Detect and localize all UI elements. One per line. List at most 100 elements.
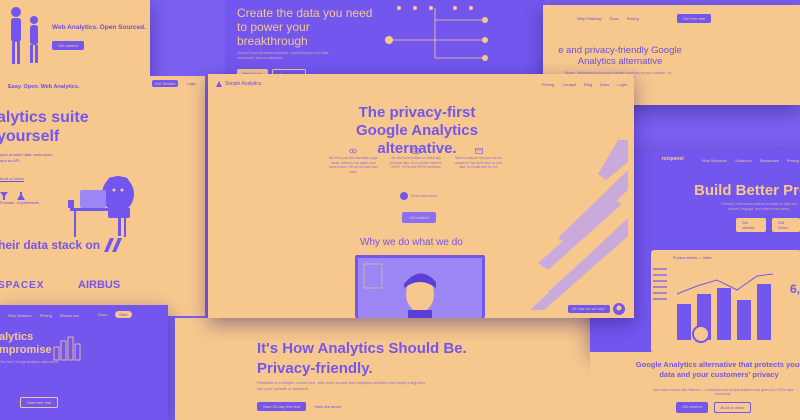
headline-line-1: alytics xyxy=(0,331,34,343)
brand-logo-icon xyxy=(216,81,222,87)
logo-airbus: AIRBUS xyxy=(78,279,121,291)
get-started-button[interactable]: Get Started xyxy=(152,80,179,87)
headline: Web Analytics. Open Sourced. xyxy=(52,24,146,31)
nav-item[interactable]: Why PostHog xyxy=(577,16,601,21)
start-pill[interactable]: Start xyxy=(115,311,132,318)
get-started-button[interactable]: Get started xyxy=(736,218,766,232)
brand-name: Simple Analytics xyxy=(225,81,262,87)
card-icon xyxy=(474,148,483,154)
data-stack-text: heir data stack on xyxy=(0,238,101,252)
free-trial-button[interactable]: Start free trial xyxy=(20,397,59,408)
free-trial-button[interactable]: Start 30-day free trial xyxy=(257,402,307,411)
funnel-icon xyxy=(0,192,8,200)
main-card: Simple Analytics Pricing Contact Blog Do… xyxy=(208,74,634,318)
cta-row: Get started Get Demo xyxy=(736,218,800,232)
metric-value: 6, xyxy=(790,282,800,296)
nav-contact[interactable]: Contact xyxy=(562,82,576,87)
video-thumbnail xyxy=(358,258,482,318)
dark-mode-toggle[interactable]: Show dark mode xyxy=(400,192,437,200)
nav-blog[interactable]: Blog xyxy=(584,82,592,87)
brand[interactable]: Simple Analytics xyxy=(216,81,261,87)
section-subhead: Why we do what we do xyxy=(360,237,463,248)
subtext: Unlock it and advanced analytics. Light … xyxy=(237,51,329,60)
headline: Create the data you need to power your b… xyxy=(237,6,373,48)
chat-bubble: Hi! How can we help? xyxy=(568,305,610,313)
video-frame[interactable] xyxy=(355,255,485,318)
nav-item[interactable]: Resources xyxy=(60,313,79,318)
main-nav: Pricing Contact Blog Docs Login xyxy=(542,82,627,87)
bottom-left-actions: Docs Start xyxy=(98,311,132,318)
dashboard-tab[interactable]: Product metrics — Video xyxy=(673,256,712,260)
brand-logo[interactable]: mixpanel xyxy=(662,156,684,162)
dashboard-sidebar xyxy=(653,264,667,304)
feature-experiments: Experiments xyxy=(17,192,39,205)
shield-icon xyxy=(412,148,420,154)
logo-spacex: SPACEX xyxy=(0,280,45,291)
subtext: Take back control with Fathom — a beauti… xyxy=(652,388,794,396)
headline-line-2: mpromise xyxy=(0,344,52,356)
feature-row: We show you the essentials: page views, … xyxy=(326,148,506,174)
headline: Google Analytics alternative that protec… xyxy=(635,360,800,379)
feature-label: Funnels xyxy=(0,200,15,205)
headline-line-1: alytics suite xyxy=(0,109,89,126)
headline: Build Better Pro xyxy=(694,182,800,199)
bottom-left-nav: Why Matomo Pricing Resources xyxy=(8,313,79,318)
bottom-right-card: Google Analytics alternative that protec… xyxy=(590,352,800,420)
nav-docs[interactable]: Docs xyxy=(600,82,609,87)
decorative-stripes xyxy=(530,140,628,310)
free-trial-button[interactable]: Get free trial xyxy=(677,14,712,23)
nav-item[interactable]: Pricing xyxy=(787,158,799,163)
cta-row: Start 30-day free trial View live demo xyxy=(257,402,341,411)
nav-item[interactable]: Pricing xyxy=(40,313,52,318)
subtext: The best Google Analytics alternative. xyxy=(0,360,59,364)
toggle-knob xyxy=(400,192,408,200)
left-mid-nav: Get Started Login xyxy=(152,80,196,87)
get-started-button[interactable]: Get started xyxy=(676,402,708,413)
login-link[interactable]: Login xyxy=(186,81,196,86)
feature-funnels: Funnels xyxy=(0,192,14,205)
feature-item: Want to analyze how you use the analytic… xyxy=(451,148,506,174)
top-right-nav: Why PostHog Docs Pricing xyxy=(577,16,639,21)
nav-item[interactable]: Pricing xyxy=(627,16,639,21)
docs-link[interactable]: Docs xyxy=(98,312,107,317)
nav-login[interactable]: Login xyxy=(617,82,627,87)
flask-icon xyxy=(17,192,25,200)
right-card-nav: Why Mixpanel Solutions Resources Pricing xyxy=(702,158,799,163)
tagline: Easy. Open. Web Analytics. xyxy=(8,84,80,90)
book-demo-button[interactable]: Book a demo xyxy=(713,402,752,413)
feature-item: We show you the essentials: page views, … xyxy=(326,148,381,174)
get-started-button[interactable]: Get started xyxy=(402,212,436,223)
headline-line-2: yourself xyxy=(0,128,60,145)
bottom-center-card: It's How Analytics Should Be. Privacy-fr… xyxy=(175,318,595,420)
bottom-left-card: Why Matomo Pricing Resources Docs Start … xyxy=(0,305,168,420)
get-started-button[interactable]: Get started xyxy=(52,41,84,50)
subtext: Powerful, self-serve product analytics t… xyxy=(720,202,798,211)
dashboard-panel: Product metrics — Video xyxy=(651,250,800,353)
nav-item[interactable]: Why Mixpanel xyxy=(702,158,727,163)
headline: e and privacy-friendly Google Analytics … xyxy=(558,45,682,67)
feature-text: We don't use cookies or collect any pers… xyxy=(389,156,443,169)
feature-label: Experiments xyxy=(17,200,40,205)
people-illustration xyxy=(11,7,38,64)
top-center-card: Create the data you need to power your b… xyxy=(225,0,545,78)
nav-item[interactable]: Why Matomo xyxy=(8,313,32,318)
toggle-label: Show dark mode xyxy=(411,194,438,198)
nav-item[interactable]: Docs xyxy=(609,16,618,21)
subtext: Plausible is a simple, cookie-free, and … xyxy=(257,380,426,391)
nav-pricing[interactable]: Pricing xyxy=(542,82,554,87)
eye-icon xyxy=(349,148,358,154)
headline-line-1: It's How Analytics Should Be. xyxy=(257,340,467,357)
chat-widget[interactable]: Hi! How can we help? xyxy=(568,303,625,315)
bar-illustration xyxy=(53,336,81,361)
feature-text: We show you the essentials: page views, … xyxy=(329,156,378,174)
subtext: your product data. arehouses, and on API… xyxy=(0,152,54,163)
demo-link[interactable]: book a Demo xyxy=(0,176,24,181)
demo-button[interactable]: Get Demo xyxy=(771,218,800,232)
chat-avatar-icon xyxy=(612,303,625,315)
nav-item[interactable]: Resources xyxy=(760,158,779,163)
snowflake-logo-icon xyxy=(104,238,123,252)
nav-item[interactable]: Solutions xyxy=(735,158,751,163)
bar-chart xyxy=(676,273,774,343)
live-demo-link[interactable]: View live demo xyxy=(314,404,341,409)
feature-item: We don't use cookies or collect any pers… xyxy=(389,148,444,174)
